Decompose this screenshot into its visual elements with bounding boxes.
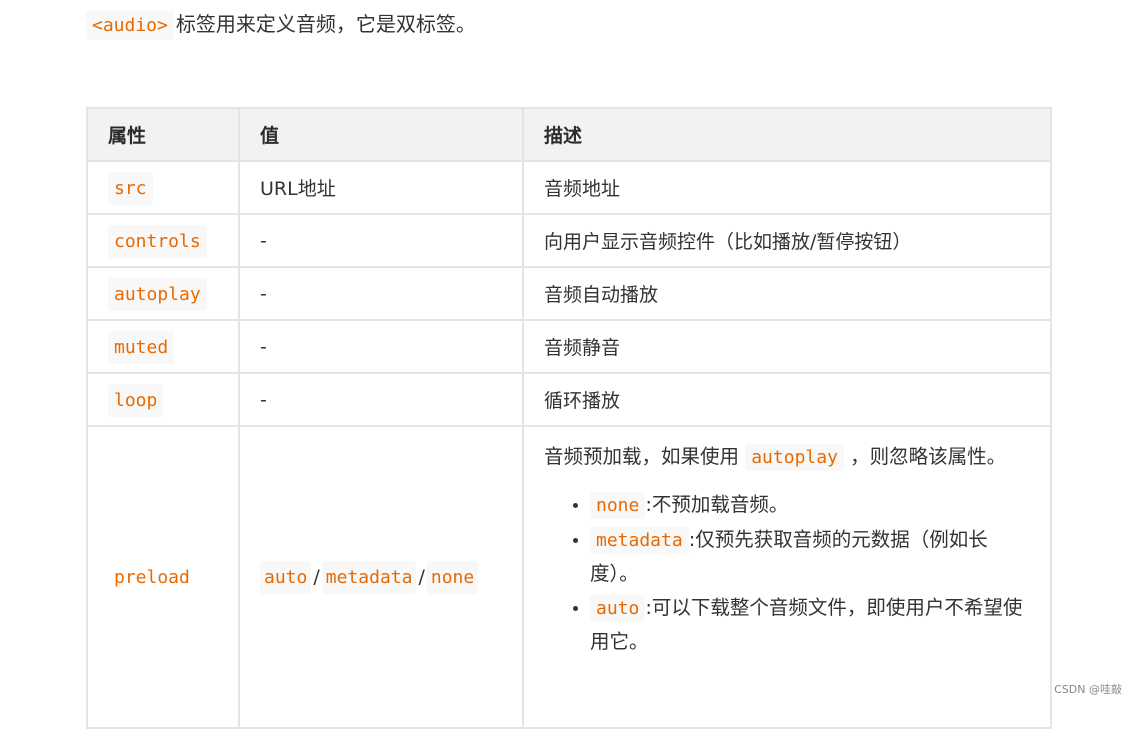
preload-desc-code: autoplay bbox=[745, 444, 844, 471]
attr-value-cell: URL地址 bbox=[238, 160, 524, 215]
attr-desc-cell: 向用户显示音频控件（比如播放/暂停按钮） bbox=[522, 213, 1052, 268]
value-auto: auto bbox=[260, 561, 312, 594]
preload-options-list: none:不预加载音频。 metadata:仅预先获取音频的元数据（例如长度）。… bbox=[544, 488, 1030, 658]
intro-text: 标签用来定义音频，它是双标签。 bbox=[175, 12, 476, 36]
attr-value-cell: - bbox=[238, 213, 524, 268]
attr-name-cell: src bbox=[86, 160, 240, 215]
value-metadata: metadata bbox=[321, 561, 417, 594]
attr-desc-cell: 音频预加载，如果使用 autoplay ，则忽略该属性。 none:不预加载音频… bbox=[522, 425, 1052, 729]
attr-name-cell: preload bbox=[86, 425, 240, 729]
list-item: none:不预加载音频。 bbox=[590, 488, 1030, 522]
attr-name-controls: controls bbox=[108, 224, 207, 258]
option-code-none: none bbox=[590, 492, 646, 519]
value-separator: / bbox=[418, 566, 425, 588]
option-code-auto: auto bbox=[590, 595, 646, 622]
table-header-row: 属性 值 描述 bbox=[86, 107, 1052, 162]
attr-name-src: src bbox=[108, 171, 153, 205]
table-row: controls - 向用户显示音频控件（比如播放/暂停按钮） bbox=[86, 213, 1052, 268]
header-attribute: 属性 bbox=[86, 107, 240, 162]
header-value: 值 bbox=[238, 107, 524, 162]
attr-desc-cell: 循环播放 bbox=[522, 372, 1052, 427]
preload-desc-before: 音频预加载，如果使用 bbox=[544, 445, 740, 468]
attr-name-cell: controls bbox=[86, 213, 240, 268]
watermark: CSDN @哇敲 bbox=[1054, 683, 1122, 696]
option-text: :不预加载音频。 bbox=[645, 493, 789, 516]
attributes-table: 属性 值 描述 src URL地址 音频地址 controls - 向用户显示音… bbox=[86, 107, 1052, 729]
value-separator: / bbox=[313, 566, 320, 588]
table-row: src URL地址 音频地址 bbox=[86, 160, 1052, 215]
attr-name-preload: preload bbox=[114, 567, 190, 588]
attr-value-cell: - bbox=[238, 266, 524, 321]
attr-desc-cell: 音频静音 bbox=[522, 319, 1052, 374]
table-row: autoplay - 音频自动播放 bbox=[86, 266, 1052, 321]
audio-tag-code: <audio> bbox=[86, 11, 174, 40]
list-item: auto:可以下载整个音频文件，即使用户不希望使用它。 bbox=[590, 591, 1030, 658]
intro-line: <audio> 标签用来定义音频，它是双标签。 bbox=[86, 8, 476, 42]
attr-desc-cell: 音频地址 bbox=[522, 160, 1052, 215]
preload-desc-after: ，则忽略该属性。 bbox=[850, 445, 1007, 468]
attr-value-cell: - bbox=[238, 319, 524, 374]
option-text: :可以下载整个音频文件，即使用户不希望使用它。 bbox=[590, 596, 1023, 653]
preload-description: 音频预加载，如果使用 autoplay ，则忽略该属性。 bbox=[544, 441, 1030, 474]
value-none: none bbox=[426, 561, 479, 594]
attr-value-cell: - bbox=[238, 372, 524, 427]
attr-name-cell: autoplay bbox=[86, 266, 240, 321]
table-row: muted - 音频静音 bbox=[86, 319, 1052, 374]
table-row: loop - 循环播放 bbox=[86, 372, 1052, 427]
attr-desc-cell: 音频自动播放 bbox=[522, 266, 1052, 321]
attr-value-cell: auto / metadata / none bbox=[238, 425, 524, 729]
option-code-metadata: metadata bbox=[590, 527, 689, 554]
table-row: preload auto / metadata / none 音频预加载，如果使用 au… bbox=[86, 425, 1052, 729]
attr-name-autoplay: autoplay bbox=[108, 277, 207, 311]
attr-name-muted: muted bbox=[108, 330, 175, 364]
attr-name-cell: muted bbox=[86, 319, 240, 374]
attr-name-loop: loop bbox=[108, 383, 164, 417]
attr-name-cell: loop bbox=[86, 372, 240, 427]
list-item: metadata:仅预先获取音频的元数据（例如长度）。 bbox=[590, 523, 1030, 590]
header-description: 描述 bbox=[522, 107, 1052, 162]
